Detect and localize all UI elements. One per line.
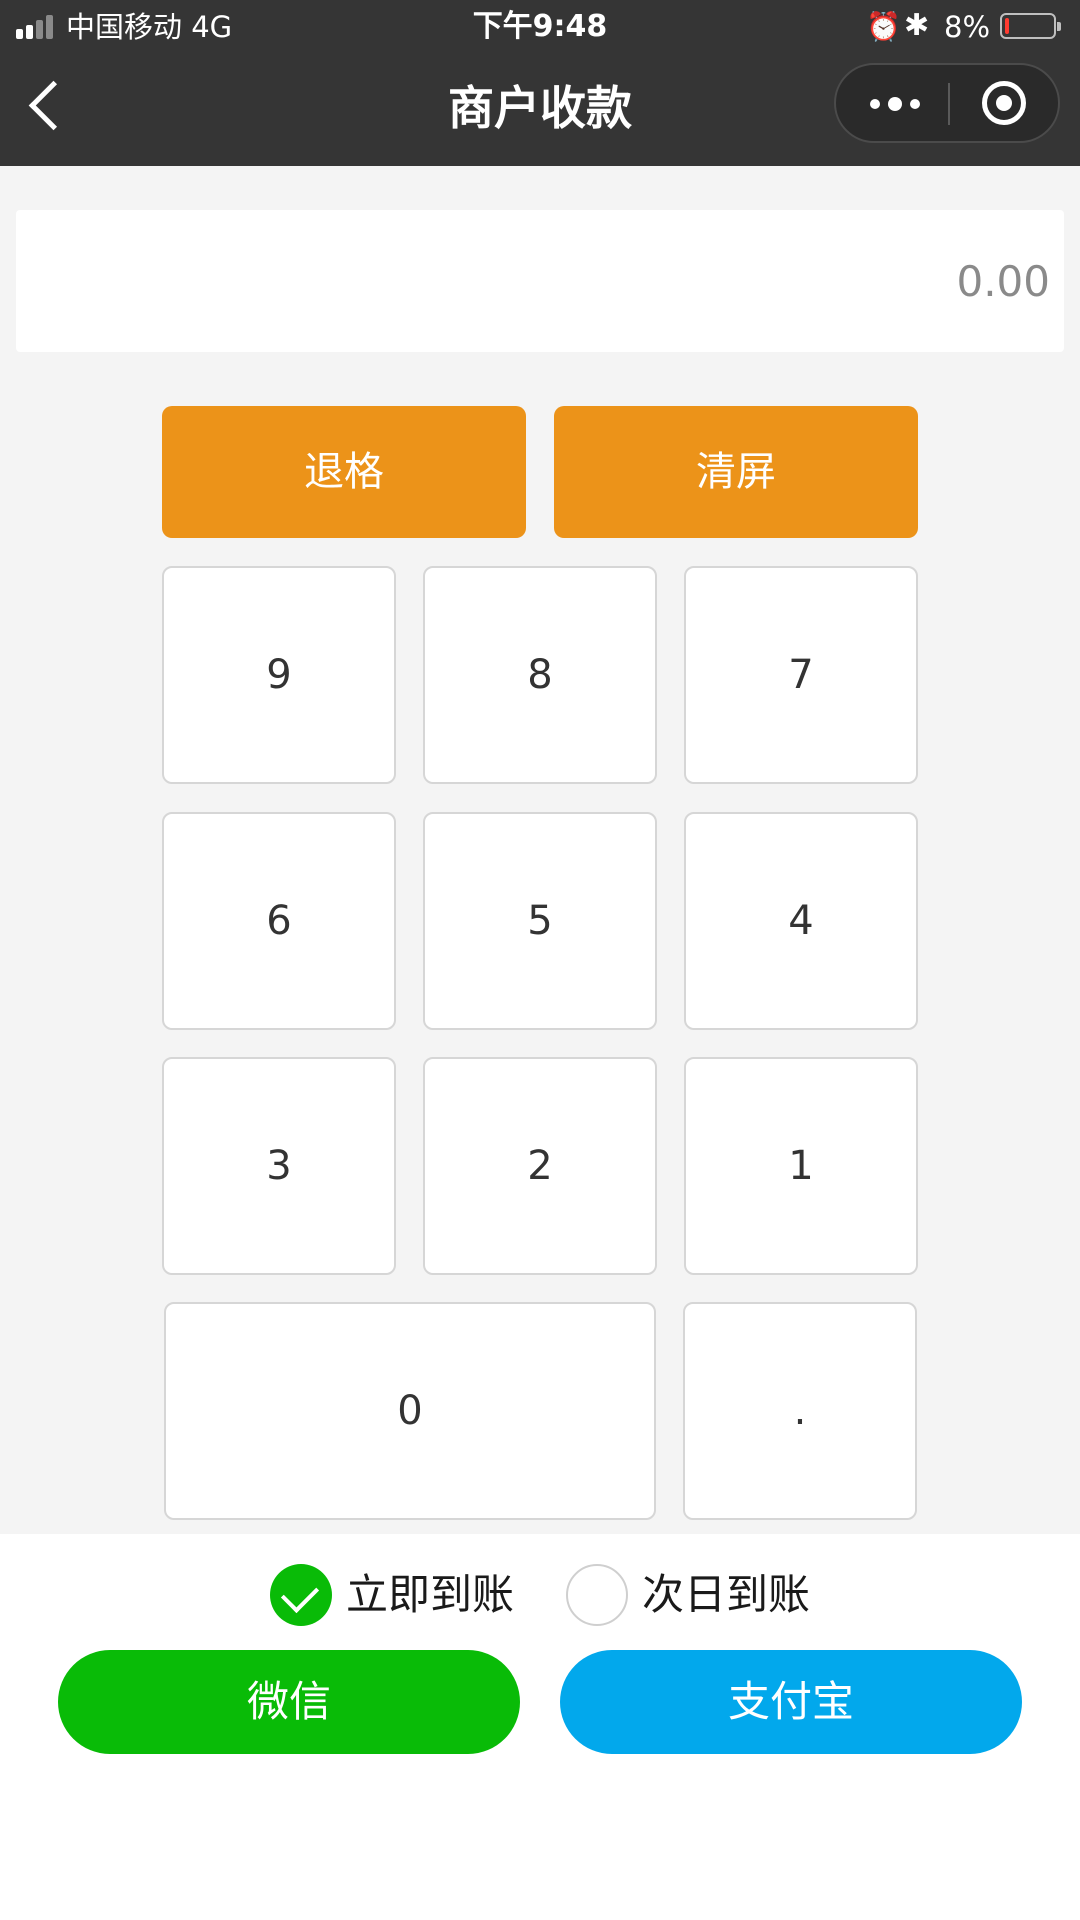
clear-button[interactable]: 清屏 bbox=[554, 406, 918, 538]
alipay-button[interactable]: 支付宝 bbox=[560, 1650, 1022, 1754]
key-5[interactable]: 5 bbox=[423, 812, 657, 1030]
status-bar: 中国移动 4G 下午9:48 ⏰ ✱ 8% bbox=[0, 0, 1080, 54]
key-0[interactable]: 0 bbox=[164, 1302, 656, 1520]
key-2[interactable]: 2 bbox=[423, 1057, 657, 1275]
key-9[interactable]: 9 bbox=[162, 566, 396, 784]
mini-program-capsule bbox=[834, 63, 1060, 143]
main-content: 0.00 退格 清屏 9 8 7 6 5 4 3 2 1 0 . bbox=[0, 166, 1080, 1534]
key-4[interactable]: 4 bbox=[684, 812, 918, 1030]
key-6[interactable]: 6 bbox=[162, 812, 396, 1030]
close-target-icon[interactable] bbox=[982, 81, 1026, 125]
amount-display[interactable]: 0.00 bbox=[16, 210, 1064, 352]
option-instant-label: 立即到账 bbox=[346, 1570, 515, 1619]
bluetooth-icon: ✱ bbox=[904, 8, 930, 43]
option-instant[interactable]: 立即到账 bbox=[270, 1564, 530, 1626]
battery-tip bbox=[1057, 22, 1061, 31]
key-3[interactable]: 3 bbox=[162, 1057, 396, 1275]
key-decimal[interactable]: . bbox=[683, 1302, 917, 1520]
top-bar: 中国移动 4G 下午9:48 ⏰ ✱ 8% 商户收款 bbox=[0, 0, 1080, 166]
backspace-button[interactable]: 退格 bbox=[162, 406, 526, 538]
battery-icon bbox=[1000, 13, 1061, 39]
bottom-panel: 立即到账 次日到账 微信 支付宝 bbox=[0, 1534, 1080, 1920]
key-7[interactable]: 7 bbox=[684, 566, 918, 784]
radio-checked-icon[interactable] bbox=[270, 1564, 332, 1626]
more-icon[interactable] bbox=[870, 85, 920, 121]
wechat-pay-button[interactable]: 微信 bbox=[58, 1650, 520, 1754]
key-8[interactable]: 8 bbox=[423, 566, 657, 784]
battery-level bbox=[1005, 18, 1009, 34]
capsule-divider bbox=[948, 83, 950, 125]
radio-unchecked-icon[interactable] bbox=[566, 1564, 628, 1626]
alarm-icon: ⏰ bbox=[866, 10, 901, 43]
amount-value: 0.00 bbox=[956, 257, 1050, 306]
battery-percent: 8% bbox=[944, 10, 991, 44]
screen: 中国移动 4G 下午9:48 ⏰ ✱ 8% 商户收款 0.00 退格 清屏 9 … bbox=[0, 0, 1080, 1920]
option-next-day[interactable]: 次日到账 bbox=[566, 1564, 826, 1626]
option-next-day-label: 次日到账 bbox=[642, 1570, 811, 1619]
key-1[interactable]: 1 bbox=[684, 1057, 918, 1275]
